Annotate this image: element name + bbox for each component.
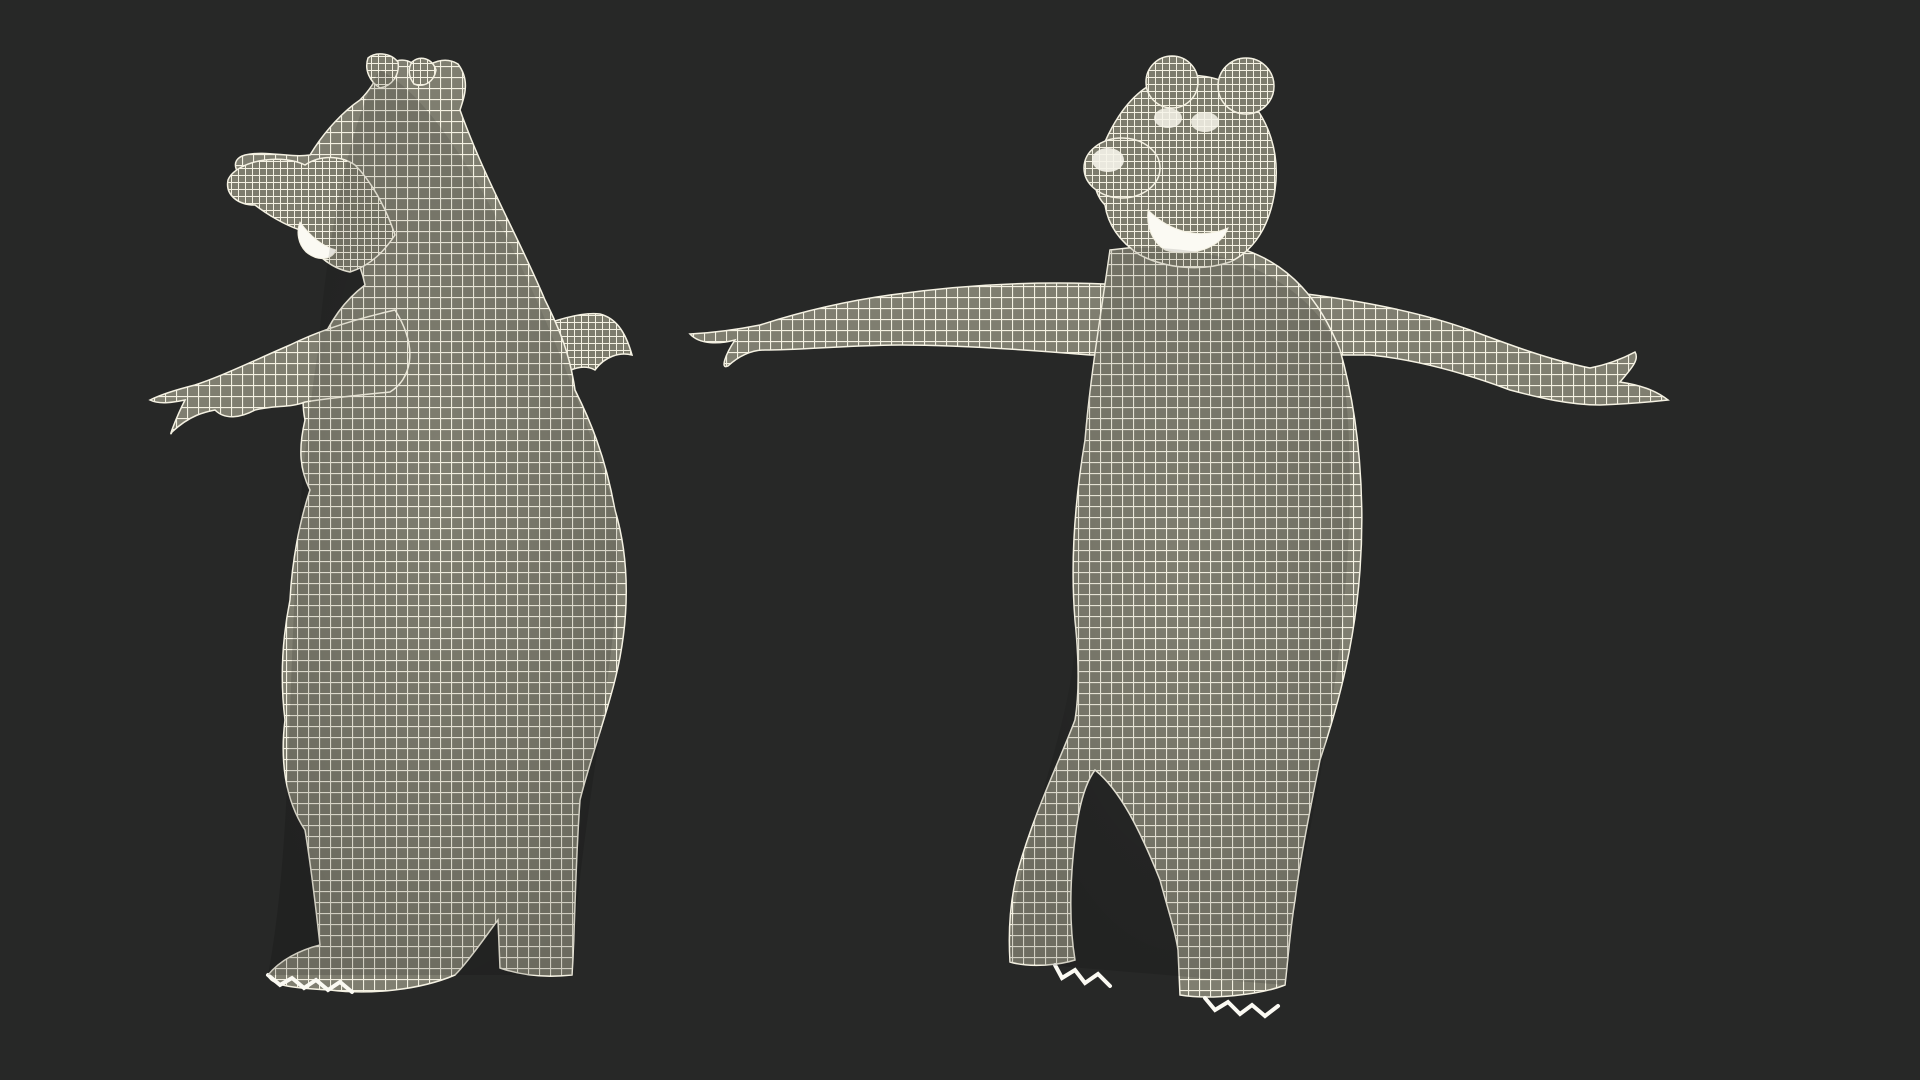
bear-model-side-view: [148, 53, 634, 994]
bear-front-eye-left: [1154, 108, 1182, 128]
viewport: [0, 0, 1920, 1080]
bear-front-nose: [1092, 148, 1124, 172]
bear-front-ear-left: [1145, 55, 1199, 109]
bear-front-snout: [1083, 137, 1161, 199]
bear-model-front-view: [688, 55, 1670, 1019]
bear-front-eye-right: [1191, 112, 1219, 132]
bear-front-right-foot-claws: [1203, 996, 1280, 1019]
bear-front-ear-right: [1217, 57, 1275, 115]
render-canvas: [148, 53, 1670, 1019]
